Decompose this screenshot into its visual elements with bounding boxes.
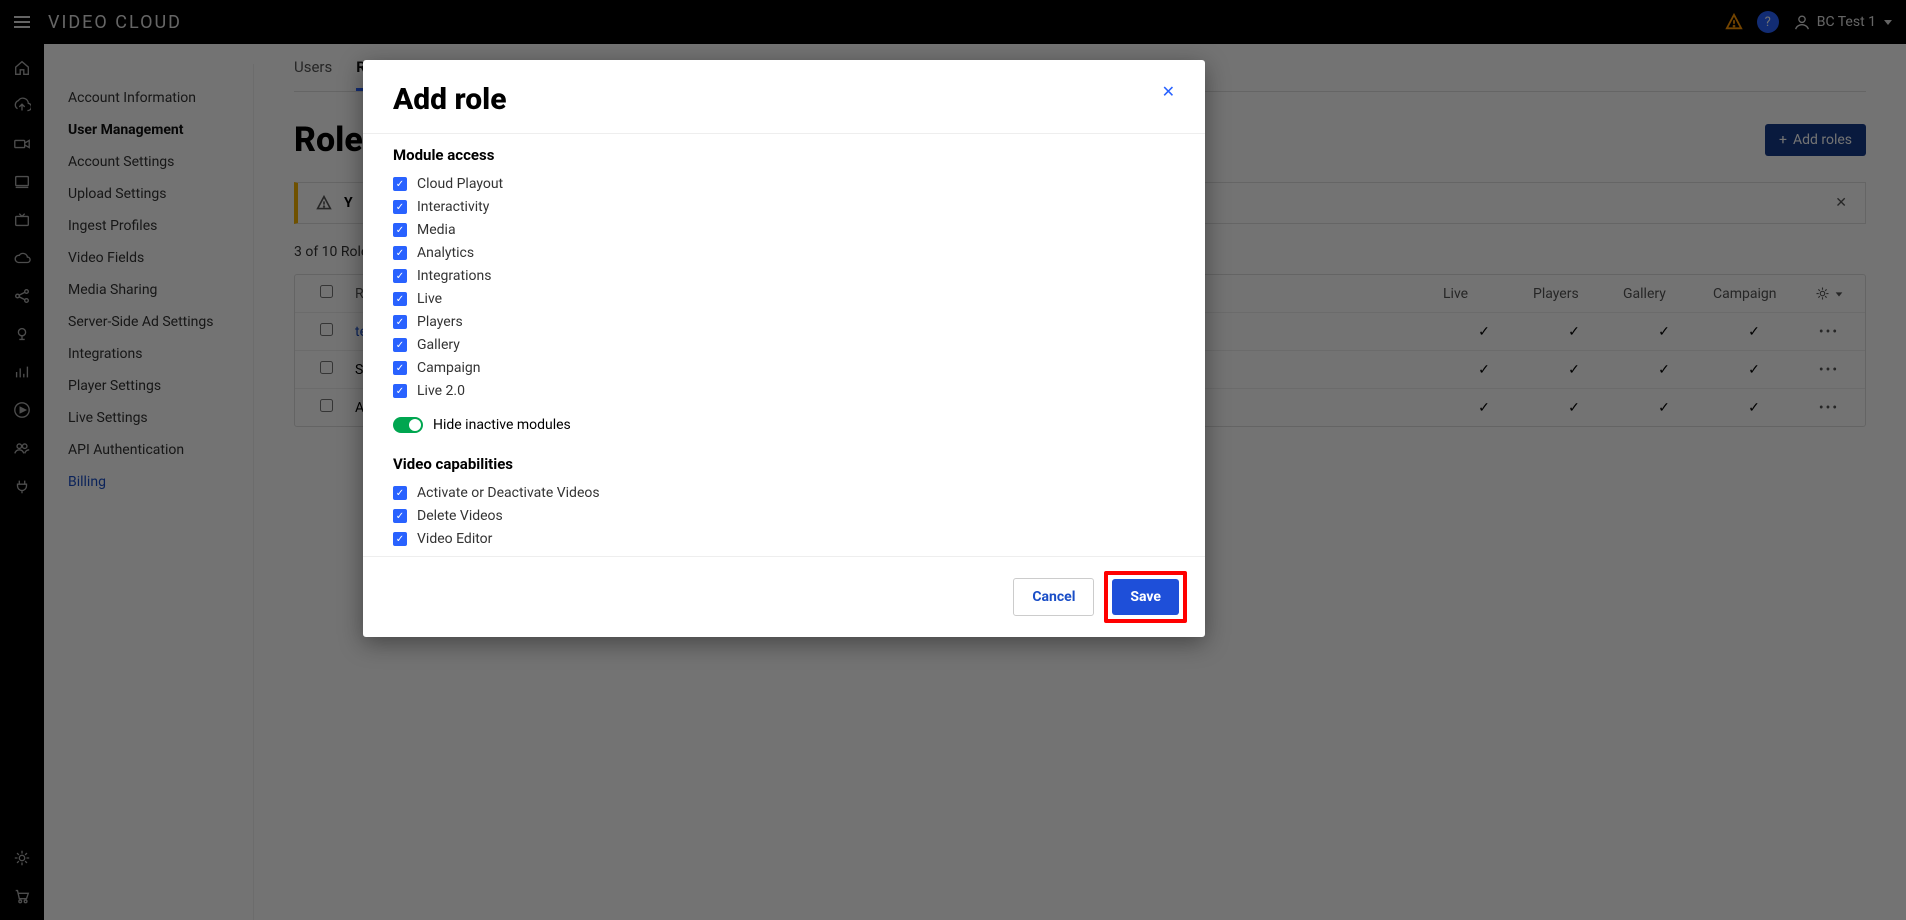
toggle-label: Hide inactive modules [433, 417, 571, 433]
hide-inactive-toggle-row: Hide inactive modules [393, 417, 1175, 433]
close-icon[interactable]: ✕ [1162, 82, 1175, 101]
chk-media[interactable]: ✓ Media [393, 222, 1175, 238]
chk-integrations[interactable]: ✓ Integrations [393, 268, 1175, 284]
module-access-heading: Module access [393, 146, 1175, 164]
chk-video-editor[interactable]: ✓ Video Editor [393, 531, 1175, 547]
checkbox-icon: ✓ [393, 315, 407, 329]
chk-gallery[interactable]: ✓ Gallery [393, 337, 1175, 353]
chk-label: Media [417, 222, 456, 238]
checkbox-icon: ✓ [393, 486, 407, 500]
chk-label: Analytics [417, 245, 474, 261]
chk-label: Video Editor [417, 531, 492, 547]
chk-delete-videos[interactable]: ✓ Delete Videos [393, 508, 1175, 524]
add-role-modal: Add role ✕ Module access ✓ Cloud Playout … [363, 60, 1205, 637]
checkbox-icon: ✓ [393, 361, 407, 375]
checkbox-icon: ✓ [393, 384, 407, 398]
video-capabilities-heading: Video capabilities [393, 455, 1175, 473]
chk-label: Live 2.0 [417, 383, 465, 399]
save-button[interactable]: Save [1112, 579, 1179, 615]
chk-interactivity[interactable]: ✓ Interactivity [393, 199, 1175, 215]
hide-inactive-toggle[interactable] [393, 417, 423, 433]
checkbox-icon: ✓ [393, 509, 407, 523]
chk-label: Cloud Playout [417, 176, 503, 192]
checkbox-icon: ✓ [393, 223, 407, 237]
chk-analytics[interactable]: ✓ Analytics [393, 245, 1175, 261]
video-capabilities-list: ✓ Activate or Deactivate Videos ✓ Delete V… [393, 485, 1175, 547]
save-button-highlight: Save [1104, 571, 1187, 623]
cancel-button[interactable]: Cancel [1013, 578, 1094, 616]
chk-label: Activate or Deactivate Videos [417, 485, 600, 501]
chk-players[interactable]: ✓ Players [393, 314, 1175, 330]
chk-live2[interactable]: ✓ Live 2.0 [393, 383, 1175, 399]
chk-label: Players [417, 314, 463, 330]
module-access-list: ✓ Cloud Playout ✓ Interactivity ✓ Media ✓ An… [393, 176, 1175, 399]
checkbox-icon: ✓ [393, 177, 407, 191]
checkbox-icon: ✓ [393, 532, 407, 546]
modal-title: Add role [393, 82, 506, 117]
chk-label: Delete Videos [417, 508, 503, 524]
chk-activate-deactivate[interactable]: ✓ Activate or Deactivate Videos [393, 485, 1175, 501]
chk-cloud-playout[interactable]: ✓ Cloud Playout [393, 176, 1175, 192]
chk-campaign[interactable]: ✓ Campaign [393, 360, 1175, 376]
checkbox-icon: ✓ [393, 200, 407, 214]
checkbox-icon: ✓ [393, 292, 407, 306]
chk-label: Interactivity [417, 199, 489, 215]
checkbox-icon: ✓ [393, 246, 407, 260]
checkbox-icon: ✓ [393, 269, 407, 283]
chk-label: Gallery [417, 337, 460, 353]
chk-label: Integrations [417, 268, 491, 284]
chk-label: Campaign [417, 360, 480, 376]
chk-live[interactable]: ✓ Live [393, 291, 1175, 307]
checkbox-icon: ✓ [393, 338, 407, 352]
chk-label: Live [417, 291, 442, 307]
